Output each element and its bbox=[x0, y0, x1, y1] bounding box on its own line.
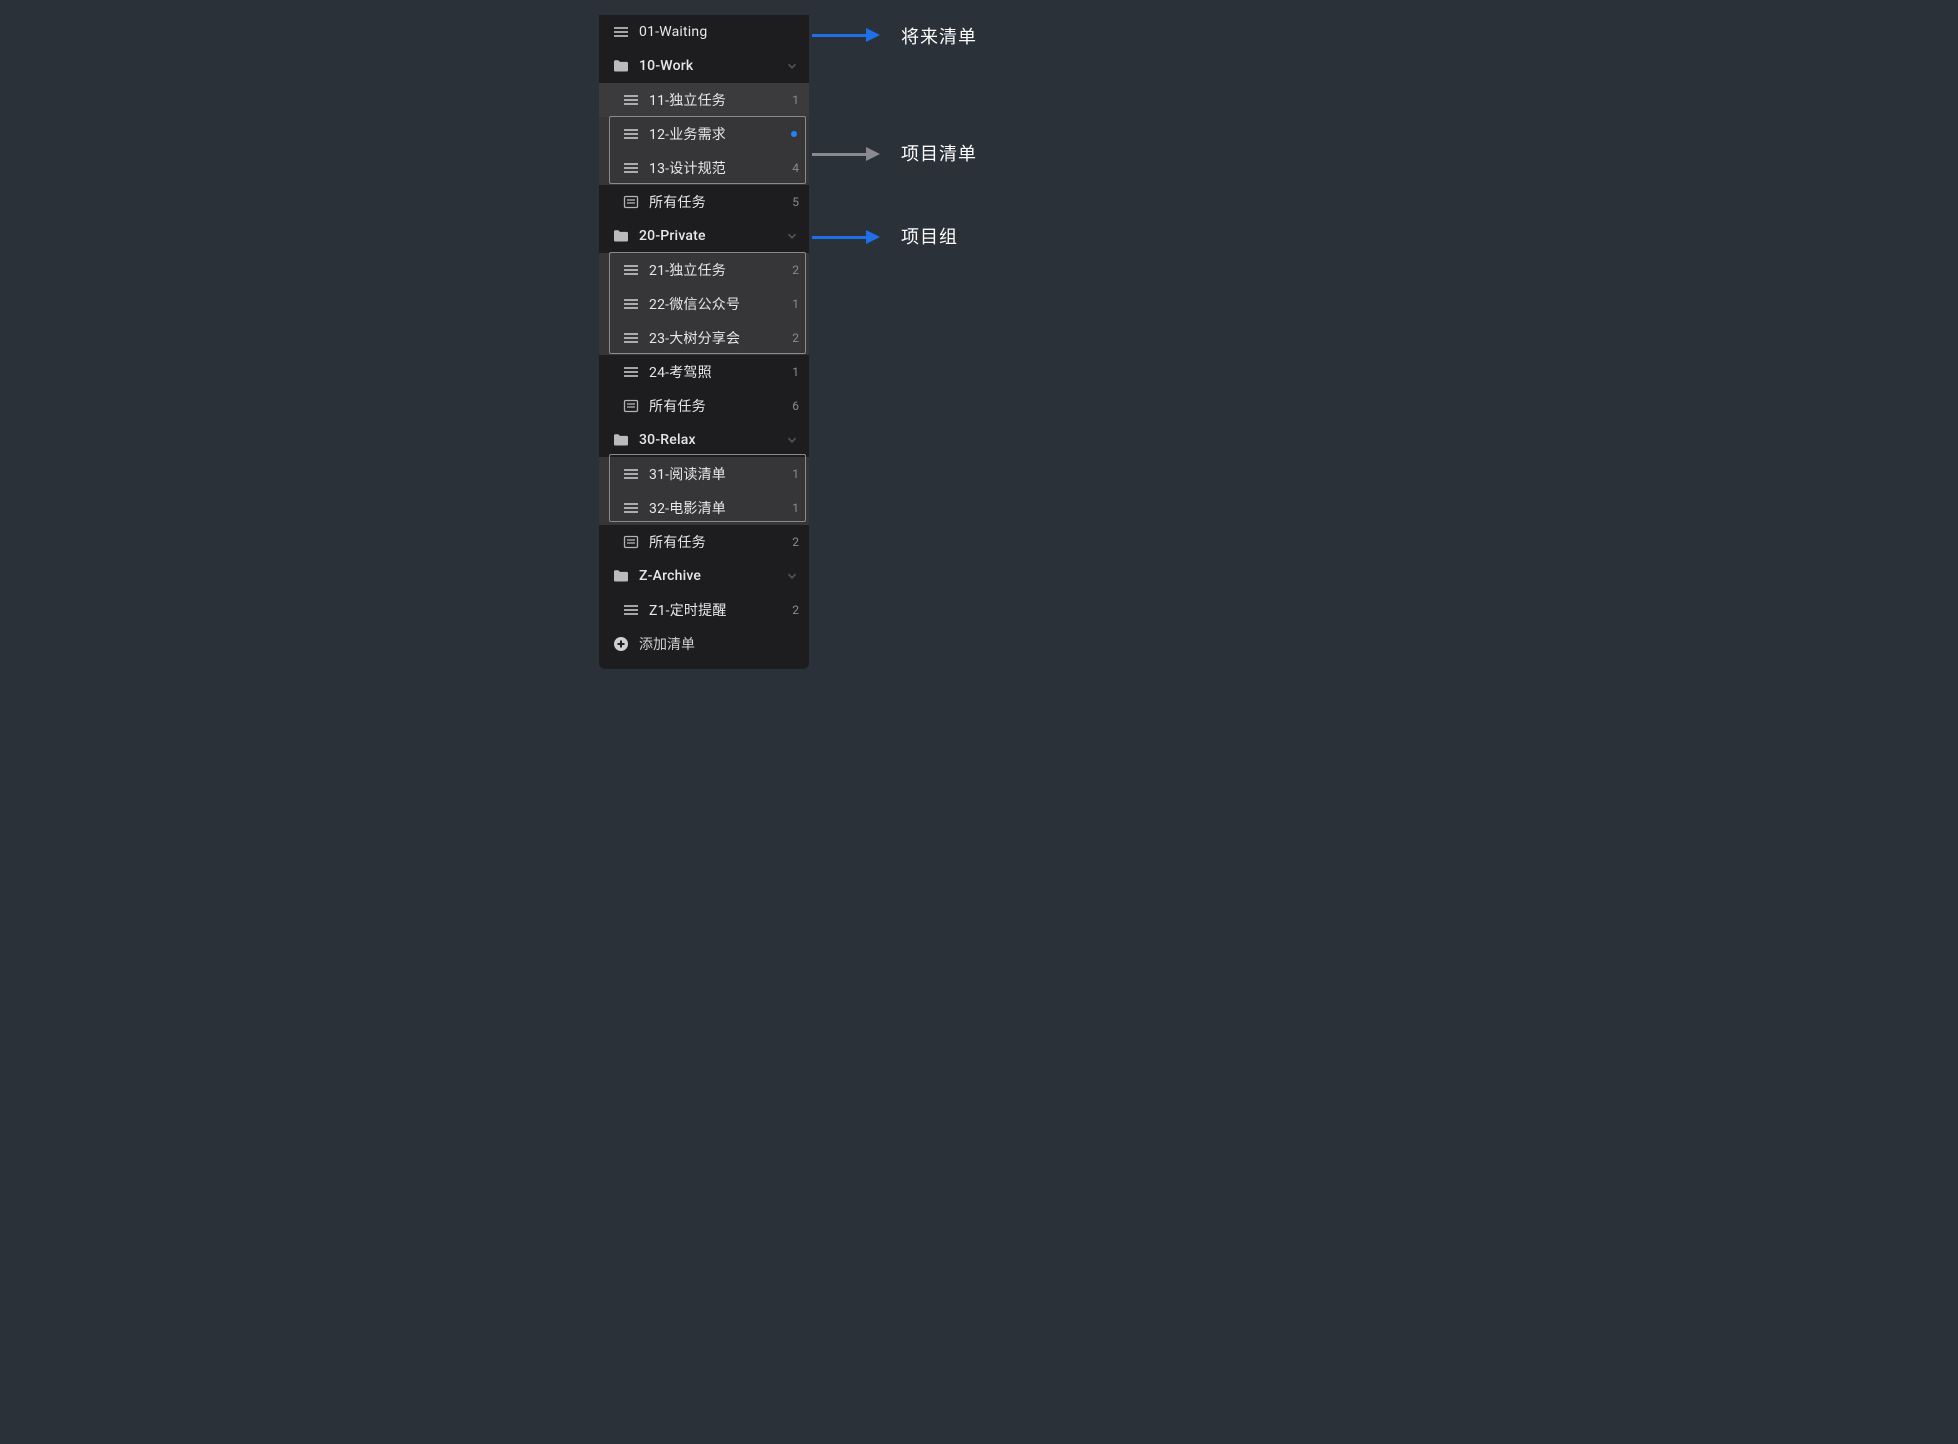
sidebar-list[interactable]: 11-独立任务1 bbox=[599, 83, 809, 117]
sidebar-smartlist[interactable]: 所有任务5 bbox=[599, 185, 809, 219]
sidebar-item-label: Z-Archive bbox=[639, 568, 785, 584]
sidebar-list[interactable]: 32-电影清单1 bbox=[599, 491, 809, 525]
list-icon bbox=[623, 262, 639, 278]
sidebar-list[interactable]: 22-微信公众号1 bbox=[599, 287, 809, 321]
list-icon bbox=[623, 160, 639, 176]
sidebar-item-label: 20-Private bbox=[639, 228, 785, 244]
list-icon bbox=[623, 126, 639, 142]
list-icon bbox=[613, 24, 629, 40]
screenshot-canvas: { "annotations": { "a1_label": "将来清单", "… bbox=[339, 0, 1619, 945]
arrow-project-list bbox=[812, 147, 880, 161]
annotation-future-list: 将来清单 bbox=[901, 23, 977, 49]
add-list-label: 添加清单 bbox=[639, 634, 695, 654]
sidebar-item-label: 21-独立任务 bbox=[649, 260, 787, 280]
sidebar-item-label: 31-阅读清单 bbox=[649, 464, 787, 484]
sidebar-folder[interactable]: Z-Archive bbox=[599, 559, 809, 593]
chevron-down-icon bbox=[785, 569, 799, 583]
item-count: 2 bbox=[787, 331, 799, 345]
sidebar-list[interactable]: 24-考驾照1 bbox=[599, 355, 809, 389]
arrow-future-list bbox=[812, 28, 880, 42]
sidebar-list[interactable]: 23-大树分享会2 bbox=[599, 321, 809, 355]
sidebar-list[interactable]: 01-Waiting bbox=[599, 15, 809, 49]
item-count: 2 bbox=[787, 535, 799, 549]
smart-icon bbox=[623, 194, 639, 210]
sidebar-item-label: 10-Work bbox=[639, 58, 785, 74]
folder-icon bbox=[613, 58, 629, 74]
item-count: 1 bbox=[787, 297, 799, 311]
sidebar-item-label: 11-独立任务 bbox=[649, 90, 787, 110]
folder-icon bbox=[613, 432, 629, 448]
item-count: 2 bbox=[787, 603, 799, 617]
item-count: 1 bbox=[787, 501, 799, 515]
item-count: 1 bbox=[787, 467, 799, 481]
sidebar-item-label: 13-设计规范 bbox=[649, 158, 787, 178]
item-count: 4 bbox=[787, 161, 799, 175]
item-count: 1 bbox=[787, 93, 799, 107]
smart-icon bbox=[623, 534, 639, 550]
sidebar-item-label: 24-考驾照 bbox=[649, 362, 787, 382]
arrow-project-group bbox=[812, 230, 880, 244]
list-icon bbox=[623, 296, 639, 312]
sidebar-list[interactable]: 13-设计规范4 bbox=[599, 151, 809, 185]
sidebar-list[interactable]: 12-业务需求 bbox=[599, 117, 809, 151]
sidebar-item-label: 22-微信公众号 bbox=[649, 294, 787, 314]
sidebar-folder[interactable]: 10-Work bbox=[599, 49, 809, 83]
sidebar-item-label: 12-业务需求 bbox=[649, 124, 791, 144]
sidebar-item-label: 23-大树分享会 bbox=[649, 328, 787, 348]
annotation-project-group: 项目组 bbox=[901, 223, 958, 249]
sidebar-smartlist[interactable]: 所有任务2 bbox=[599, 525, 809, 559]
sidebar: 01-Waiting10-Work11-独立任务112-业务需求13-设计规范4… bbox=[599, 15, 809, 669]
item-count: 2 bbox=[787, 263, 799, 277]
sidebar-item-label: 30-Relax bbox=[639, 432, 785, 448]
item-count: 1 bbox=[787, 365, 799, 379]
chevron-down-icon bbox=[785, 59, 799, 73]
list-icon bbox=[623, 500, 639, 516]
annotation-project-list: 项目清单 bbox=[901, 140, 977, 166]
chevron-down-icon bbox=[785, 433, 799, 447]
sidebar-item-label: 所有任务 bbox=[649, 396, 787, 416]
sidebar-item-label: 所有任务 bbox=[649, 532, 787, 552]
plus-icon bbox=[613, 636, 629, 652]
chevron-down-icon bbox=[785, 229, 799, 243]
sidebar-item-label: Z1-定时提醒 bbox=[649, 600, 787, 620]
unread-dot bbox=[791, 131, 797, 137]
item-count: 6 bbox=[787, 399, 799, 413]
sidebar-item-label: 01-Waiting bbox=[639, 24, 799, 40]
sidebar-item-label: 所有任务 bbox=[649, 192, 787, 212]
smart-icon bbox=[623, 398, 639, 414]
list-icon bbox=[623, 364, 639, 380]
list-icon bbox=[623, 92, 639, 108]
sidebar-list[interactable]: 21-独立任务2 bbox=[599, 253, 809, 287]
folder-icon bbox=[613, 228, 629, 244]
item-count: 5 bbox=[787, 195, 799, 209]
list-icon bbox=[623, 466, 639, 482]
sidebar-item-label: 32-电影清单 bbox=[649, 498, 787, 518]
folder-icon bbox=[613, 568, 629, 584]
list-icon bbox=[623, 602, 639, 618]
list-icon bbox=[623, 330, 639, 346]
sidebar-smartlist[interactable]: 所有任务6 bbox=[599, 389, 809, 423]
sidebar-list[interactable]: Z1-定时提醒2 bbox=[599, 593, 809, 627]
sidebar-folder[interactable]: 30-Relax bbox=[599, 423, 809, 457]
add-list-button[interactable]: 添加清单 bbox=[599, 627, 809, 661]
sidebar-list[interactable]: 31-阅读清单1 bbox=[599, 457, 809, 491]
sidebar-folder[interactable]: 20-Private bbox=[599, 219, 809, 253]
